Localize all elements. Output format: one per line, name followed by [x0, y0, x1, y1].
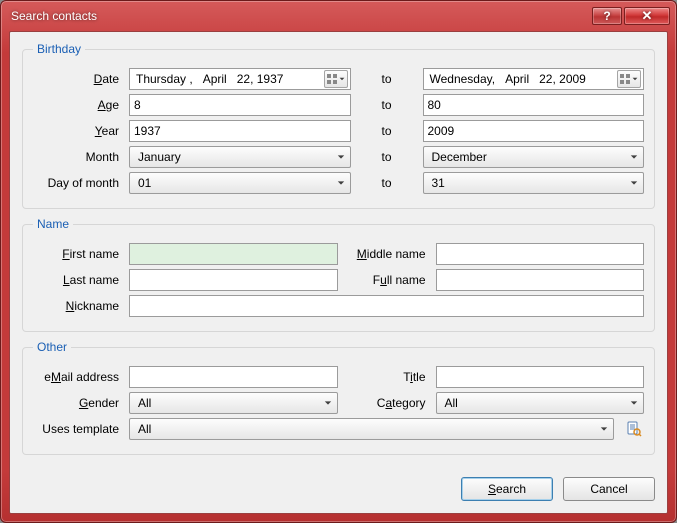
- group-name-legend: Name: [33, 217, 73, 231]
- dialog-button-row: Search Cancel: [22, 471, 655, 501]
- year-from-input[interactable]: [129, 120, 351, 142]
- date-to-month: April: [505, 72, 529, 86]
- cancel-button[interactable]: Cancel: [563, 477, 655, 501]
- chevron-down-icon: [332, 147, 350, 167]
- date-to-calendar-button[interactable]: [617, 70, 641, 88]
- nickname-input[interactable]: [129, 295, 644, 317]
- label-last-name: Last name: [33, 273, 123, 287]
- label-month-to: to: [357, 150, 417, 164]
- label-year: Year: [33, 124, 123, 138]
- label-dom-to: to: [357, 176, 417, 190]
- group-name: Name First name Middle name Last name Fu…: [22, 217, 655, 332]
- date-from-dayyear: 22, 1937: [237, 72, 284, 86]
- gender-value: All: [134, 396, 319, 410]
- help-button[interactable]: ?: [592, 7, 622, 25]
- template-combo[interactable]: All: [129, 418, 614, 440]
- chevron-down-icon: [332, 173, 350, 193]
- dom-from-combo[interactable]: 01: [129, 172, 351, 194]
- first-name-input[interactable]: [129, 243, 338, 265]
- label-first-name: First name: [33, 247, 123, 261]
- label-date: Date: [33, 72, 123, 86]
- label-age-to: to: [357, 98, 417, 112]
- close-button[interactable]: ✕: [624, 7, 670, 25]
- date-to-dayyear: 22, 2009: [539, 72, 586, 86]
- chevron-down-icon: [595, 419, 613, 439]
- group-other: Other eMail address Title Gender All Cat…: [22, 340, 655, 455]
- close-icon: ✕: [642, 8, 653, 24]
- search-button-label: Search: [488, 482, 526, 496]
- date-from-month: April: [203, 72, 227, 86]
- title-input[interactable]: [436, 366, 645, 388]
- calendar-icon: [327, 74, 337, 84]
- dialog-window: Search contacts ? ✕ Birthday Date Thursd…: [0, 0, 677, 523]
- row-date: Date Thursday , April 22, 1937 to Wednes…: [33, 68, 644, 90]
- row-email-title: eMail address Title: [33, 366, 644, 388]
- label-template: Uses template: [33, 422, 123, 436]
- date-from-picker[interactable]: Thursday , April 22, 1937: [129, 68, 351, 90]
- age-from-input[interactable]: [129, 94, 351, 116]
- date-to-picker[interactable]: Wednesday, April 22, 2009: [423, 68, 645, 90]
- month-from-combo[interactable]: January: [129, 146, 351, 168]
- label-gender: Gender: [33, 396, 123, 410]
- row-nickname: Nickname: [33, 295, 644, 317]
- search-button[interactable]: Search: [461, 477, 553, 501]
- gender-combo[interactable]: All: [129, 392, 338, 414]
- label-age: Age: [33, 98, 123, 112]
- row-dom: Day of month 01 to 31: [33, 172, 644, 194]
- label-full-name: Full name: [344, 273, 430, 287]
- age-to-input[interactable]: [423, 94, 645, 116]
- row-last-full: Last name Full name: [33, 269, 644, 291]
- template-value: All: [134, 422, 595, 436]
- group-other-legend: Other: [33, 340, 71, 354]
- label-dom: Day of month: [33, 176, 123, 190]
- row-age: Age to: [33, 94, 644, 116]
- window-title: Search contacts: [11, 9, 590, 23]
- chevron-down-icon: [319, 393, 337, 413]
- date-from-weekday: Thursday ,: [136, 72, 193, 86]
- chevron-down-icon: [625, 393, 643, 413]
- date-from-calendar-button[interactable]: [324, 70, 348, 88]
- label-middle-name: Middle name: [344, 247, 430, 261]
- label-category: Category: [344, 396, 430, 410]
- chevron-down-icon: [632, 76, 638, 82]
- dom-to-value: 31: [428, 176, 626, 190]
- category-value: All: [441, 396, 626, 410]
- row-first-middle: First name Middle name: [33, 243, 644, 265]
- middle-name-input[interactable]: [436, 243, 645, 265]
- label-month: Month: [33, 150, 123, 164]
- email-input[interactable]: [129, 366, 338, 388]
- group-birthday-legend: Birthday: [33, 42, 85, 56]
- row-template: Uses template All: [33, 418, 644, 440]
- date-to-weekday: Wednesday,: [430, 72, 496, 86]
- titlebar[interactable]: Search contacts ? ✕: [1, 1, 676, 31]
- category-combo[interactable]: All: [436, 392, 645, 414]
- calendar-icon: [620, 74, 630, 84]
- label-nickname: Nickname: [33, 299, 123, 313]
- label-email: eMail address: [33, 370, 123, 384]
- row-year: Year to: [33, 120, 644, 142]
- cancel-button-label: Cancel: [590, 482, 627, 496]
- client-area: Birthday Date Thursday , April 22, 1937 …: [9, 31, 668, 514]
- month-from-value: January: [134, 150, 332, 164]
- last-name-input[interactable]: [129, 269, 338, 291]
- label-date-to: to: [357, 72, 417, 86]
- document-search-icon: [626, 421, 642, 437]
- full-name-input[interactable]: [436, 269, 645, 291]
- dom-to-combo[interactable]: 31: [423, 172, 645, 194]
- group-birthday: Birthday Date Thursday , April 22, 1937 …: [22, 42, 655, 209]
- template-browse-button[interactable]: [624, 419, 644, 439]
- chevron-down-icon: [625, 173, 643, 193]
- year-to-input[interactable]: [423, 120, 645, 142]
- chevron-down-icon: [625, 147, 643, 167]
- label-year-to: to: [357, 124, 417, 138]
- row-month: Month January to December: [33, 146, 644, 168]
- dom-from-value: 01: [134, 176, 332, 190]
- row-gender-category: Gender All Category All: [33, 392, 644, 414]
- help-icon: ?: [603, 9, 610, 23]
- month-to-combo[interactable]: December: [423, 146, 645, 168]
- chevron-down-icon: [339, 76, 345, 82]
- label-title: Title: [344, 370, 430, 384]
- month-to-value: December: [428, 150, 626, 164]
